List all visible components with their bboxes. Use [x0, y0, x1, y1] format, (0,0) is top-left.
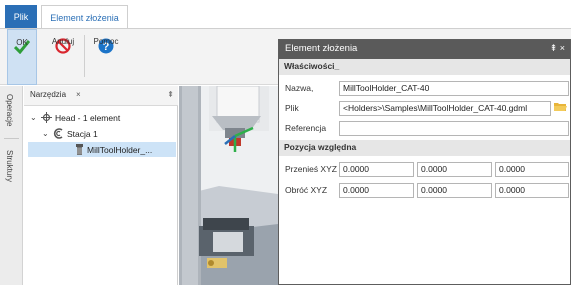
reference-field[interactable] [339, 121, 569, 136]
tree-panel-title[interactable]: Narzędzia [30, 90, 66, 99]
tree-node-head[interactable]: ⌄ Head - 1 element [30, 110, 120, 125]
tab-file[interactable]: Plik [5, 5, 37, 28]
chevron-down-icon[interactable]: ⌄ [42, 129, 50, 138]
file-label: Plik [285, 103, 299, 113]
tree-node-holder[interactable]: MillToolHolder_... [28, 142, 176, 157]
tree-node-station[interactable]: ⌄ Stacja 1 [42, 126, 98, 141]
tree-node-holder-label: MillToolHolder_... [87, 144, 153, 155]
name-field[interactable]: MillToolHolder_CAT-40 [339, 81, 569, 96]
help-label: Pomoc [93, 37, 119, 46]
tree-panel-header: Narzędzia × ⇞ [24, 86, 178, 106]
folder-icon[interactable] [554, 101, 567, 112]
tree-node-head-label: Head - 1 element [55, 112, 121, 123]
pin-icon[interactable]: ⇞ [167, 90, 174, 99]
machine-3d-model [179, 86, 278, 285]
3d-viewport[interactable] [179, 86, 278, 285]
tree-node-station-label: Stacja 1 [67, 128, 98, 139]
properties-section-header: Właściwości_ [279, 59, 570, 75]
ribbon-separator [84, 35, 85, 77]
chevron-down-icon[interactable]: ⌄ [30, 113, 38, 122]
tab-assembly-element[interactable]: Element złożenia [41, 5, 128, 29]
station-icon [53, 128, 64, 139]
side-tab-operations[interactable]: Operacje [5, 94, 14, 126]
tools-tree-panel: Narzędzia × ⇞ ⌄ Head - 1 element ⌄ Stacj… [24, 86, 178, 285]
properties-section-title: Właściwości_ [284, 61, 340, 71]
name-label: Nazwa, [285, 83, 314, 93]
ok-label: OK [16, 38, 28, 47]
dialog-pin-close-icon[interactable]: ⇞ × [550, 43, 565, 54]
cancel-button[interactable]: Anuluj [47, 29, 79, 85]
reference-label: Referencja [285, 123, 327, 133]
translate-z-field[interactable]: 0.0000 [495, 162, 569, 177]
relative-position-section-header: Pozycja względna [279, 140, 570, 156]
translate-x-field[interactable]: 0.0000 [339, 162, 414, 177]
head-icon [41, 112, 52, 123]
rotate-y-field[interactable]: 0.0000 [417, 183, 492, 198]
translate-xyz-label: Przenieś XYZ [285, 164, 337, 174]
ok-button[interactable]: OK [7, 29, 37, 85]
side-tab-structures[interactable]: Struktury [5, 150, 14, 182]
file-path-field[interactable]: <Holders>\Samples\MillToolHolder_CAT-40.… [339, 101, 551, 116]
assembly-element-dialog: Element złożenia ⇞ × Właściwości_ Nazwa,… [278, 39, 571, 285]
ribbon-tab-bar: Plik Element złożenia [0, 0, 571, 29]
side-tab-divider [4, 138, 19, 139]
help-button[interactable]: ? Pomoc [88, 29, 124, 85]
rotate-z-field[interactable]: 0.0000 [495, 183, 569, 198]
cancel-label: Anuluj [51, 37, 75, 46]
holder-icon [75, 144, 84, 155]
dialog-title-bar[interactable]: Element złożenia ⇞ × [279, 40, 570, 59]
tree-panel-close-button[interactable]: × [76, 90, 81, 99]
relative-position-section-title: Pozycja względna [284, 142, 357, 152]
translate-y-field[interactable]: 0.0000 [417, 162, 492, 177]
rotate-x-field[interactable]: 0.0000 [339, 183, 414, 198]
dialog-title: Element złożenia [285, 43, 358, 54]
side-tab-strip: Operacje Struktury [0, 86, 23, 285]
rotate-xyz-label: Obróć XYZ [285, 185, 328, 195]
